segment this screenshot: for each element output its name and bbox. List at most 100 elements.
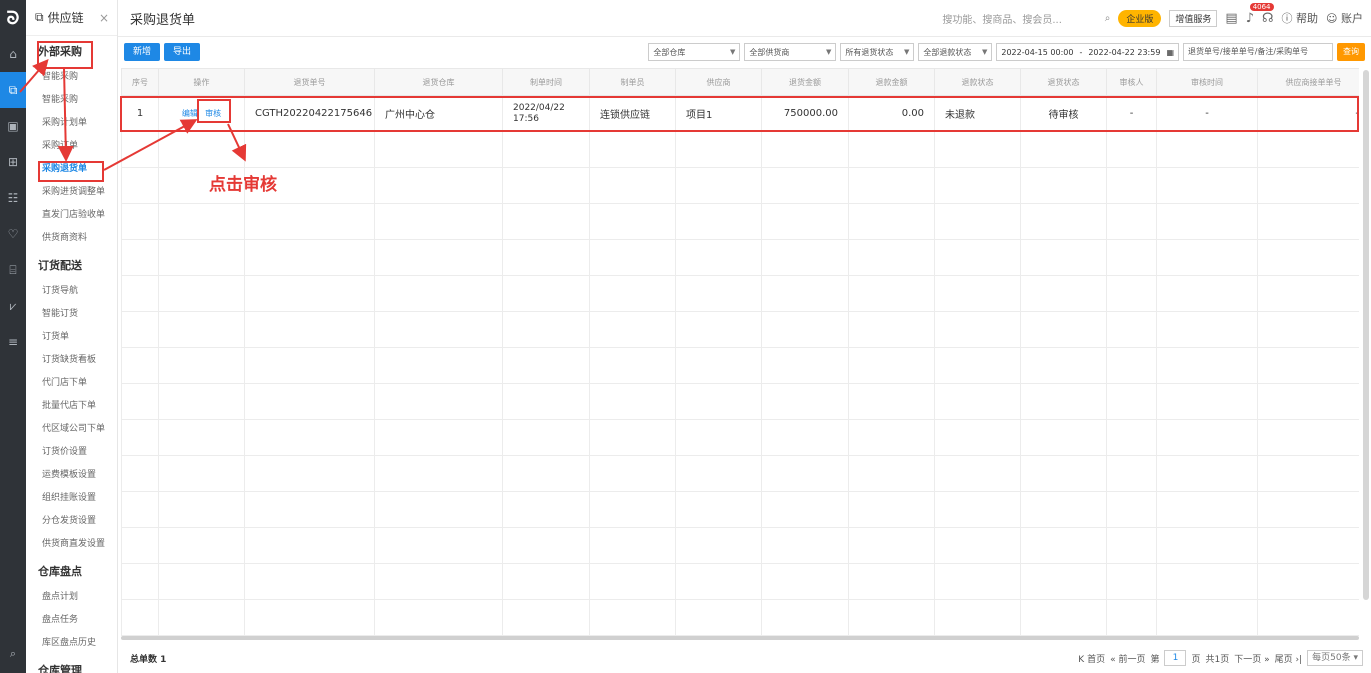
sidebar-item[interactable]: 供货商直发设置 xyxy=(26,533,117,556)
notification-icon[interactable]: ♪ 4064 xyxy=(1246,2,1274,26)
account-link[interactable]: ☺ 账户 xyxy=(1326,10,1363,26)
empty-cell xyxy=(589,383,676,420)
sidebar-group-title[interactable]: 订货配送 xyxy=(26,250,117,280)
sidebar-item[interactable]: 供货商资料 xyxy=(26,227,117,250)
empty-cell xyxy=(121,203,159,240)
table-row[interactable]: 1 编辑 审核 CGTH20220422175646 广州中心仓 2022/04… xyxy=(121,95,1359,132)
empty-cell xyxy=(848,167,935,204)
page-number-input[interactable]: 1 xyxy=(1164,650,1187,666)
empty-cell xyxy=(675,131,762,168)
brand-logo-icon[interactable]: ᘐ xyxy=(0,0,26,36)
vertical-scrollbar[interactable] xyxy=(1363,70,1369,600)
warehouse-select[interactable]: 全部仓库 ▼ xyxy=(648,43,741,61)
supply-chain-icon[interactable]: ⧉ xyxy=(0,72,26,108)
empty-cell xyxy=(1257,527,1359,564)
empty-cell xyxy=(589,239,676,276)
report-icon[interactable]: ⩗ xyxy=(0,288,26,324)
next-page-link[interactable]: 下一页 » xyxy=(1234,652,1269,665)
enterprise-badge[interactable]: 企业版 xyxy=(1118,9,1162,27)
audit-link[interactable]: 审核 xyxy=(205,109,221,118)
sidebar-group-title[interactable]: 外部采购 xyxy=(26,36,117,66)
cell-order-no[interactable]: CGTH20220422175646 xyxy=(244,95,375,132)
sidebar-item[interactable]: 采购进货调整单 xyxy=(26,181,117,204)
search-list-icon[interactable]: ⌕ xyxy=(0,647,26,661)
empty-cell xyxy=(244,491,375,528)
chevron-down-icon: ▼ xyxy=(903,48,910,56)
settings-icon[interactable]: ≡ xyxy=(0,324,26,360)
empty-cell xyxy=(158,239,245,276)
sidebar-item[interactable]: 采购退货单 xyxy=(26,158,117,181)
sidebar-item[interactable]: 盘点计划 xyxy=(26,586,117,609)
prev-page-link[interactable]: « 前一页 xyxy=(1110,652,1145,665)
date-range-picker[interactable]: 2022-04-15 00:00 - 2022-04-22 23:59 ▦ xyxy=(996,43,1179,61)
global-search-input[interactable]: 搜功能、搜商品、搜会员... ⌕ xyxy=(942,6,1110,30)
search-icon[interactable]: ⌕ xyxy=(1105,13,1111,24)
sidebar-item[interactable]: 采购订单 xyxy=(26,135,117,158)
last-page-label: 尾页 xyxy=(1274,654,1293,665)
sidebar-item[interactable]: 采购计划单 xyxy=(26,112,117,135)
sidebar-item[interactable]: 代区域公司下单 xyxy=(26,418,117,441)
sidebar-item[interactable]: 订货缺货看板 xyxy=(26,349,117,372)
help-link[interactable]: ⓘ 帮助 xyxy=(1282,10,1319,26)
empty-cell xyxy=(244,275,375,312)
value-added-service-button[interactable]: 增值服务 xyxy=(1169,9,1218,27)
headset-icon[interactable]: ☊ xyxy=(1262,11,1274,26)
keyword-input[interactable]: 退货单号/接单单号/备注/采购单号 xyxy=(1183,43,1333,61)
empty-cell xyxy=(761,383,849,420)
sidebar-item[interactable]: 分仓发货设置 xyxy=(26,510,117,533)
horizontal-scrollbar[interactable] xyxy=(121,636,1359,640)
sidebar-item[interactable]: 盘点任务 xyxy=(26,609,117,632)
empty-cell xyxy=(374,239,503,276)
prev-page-label: 前一页 xyxy=(1118,654,1146,665)
empty-cell xyxy=(158,347,245,384)
sidebar-item[interactable]: 直发门店验收单 xyxy=(26,204,117,227)
empty-cell xyxy=(1106,239,1157,276)
calendar-icon[interactable]: ▦ xyxy=(1166,48,1174,57)
empty-cell xyxy=(675,347,762,384)
sidebar-item[interactable]: 智能订货 xyxy=(26,303,117,326)
footer: 总单数 1 K 首页 « 前一页 第 1 页 共1页 下一页 » 尾页 ›| 每… xyxy=(118,643,1371,673)
clipboard-icon[interactable]: ▤ xyxy=(1225,11,1237,26)
empty-cell xyxy=(934,455,1021,492)
chevron-down-icon: ▼ xyxy=(729,48,736,56)
goods-icon[interactable]: ⊞ xyxy=(0,144,26,180)
shop-icon[interactable]: ⌸ xyxy=(0,252,26,288)
sidebar-item[interactable]: 智能采购 xyxy=(26,66,117,89)
empty-row xyxy=(121,275,1359,312)
first-page-link[interactable]: K 首页 xyxy=(1078,652,1105,665)
marketing-icon[interactable]: ♡ xyxy=(0,216,26,252)
sidebar-item[interactable]: 组织挂账设置 xyxy=(26,487,117,510)
add-button[interactable]: 新增 xyxy=(124,43,161,61)
sidebar-item[interactable]: 智能采购 xyxy=(26,89,117,112)
empty-cell xyxy=(761,131,849,168)
sidebar-group-title[interactable]: 仓库管理 xyxy=(26,655,117,673)
empty-cell xyxy=(158,203,245,240)
empty-cell xyxy=(502,491,590,528)
empty-cell xyxy=(1106,167,1157,204)
query-button[interactable]: 查询 xyxy=(1337,43,1365,61)
sidebar-item[interactable]: 订货价设置 xyxy=(26,441,117,464)
cashier-icon[interactable]: ▣ xyxy=(0,108,26,144)
empty-cell xyxy=(374,455,503,492)
export-button[interactable]: 导出 xyxy=(164,43,201,61)
edit-link[interactable]: 编辑 xyxy=(182,109,198,118)
home-icon[interactable]: ⌂ xyxy=(0,36,26,72)
sidebar-item[interactable]: 订货导航 xyxy=(26,280,117,303)
member-icon[interactable]: ☷ xyxy=(0,180,26,216)
supplier-select[interactable]: 全部供货商 ▼ xyxy=(744,43,837,61)
page-size-select[interactable]: 每页50条 ▾ xyxy=(1307,650,1363,666)
empty-cell xyxy=(1257,455,1359,492)
empty-cell xyxy=(1257,239,1359,276)
return-status-select[interactable]: 所有退货状态 ▼ xyxy=(840,43,915,61)
sidebar-item[interactable]: 订货单 xyxy=(26,326,117,349)
cell-return-status: 待审核 xyxy=(1020,95,1107,132)
sidebar-item[interactable]: 代门店下单 xyxy=(26,372,117,395)
sidebar-group-title[interactable]: 仓库盘点 xyxy=(26,556,117,586)
refund-status-select[interactable]: 全部退款状态 ▼ xyxy=(918,43,993,61)
close-icon[interactable]: × xyxy=(99,11,109,25)
sidebar-item[interactable]: 运费模板设置 xyxy=(26,464,117,487)
sidebar-item[interactable]: 库区盘点历史 xyxy=(26,632,117,655)
empty-cell xyxy=(1156,311,1258,348)
sidebar-item[interactable]: 批量代店下单 xyxy=(26,395,117,418)
last-page-link[interactable]: 尾页 ›| xyxy=(1275,652,1303,665)
